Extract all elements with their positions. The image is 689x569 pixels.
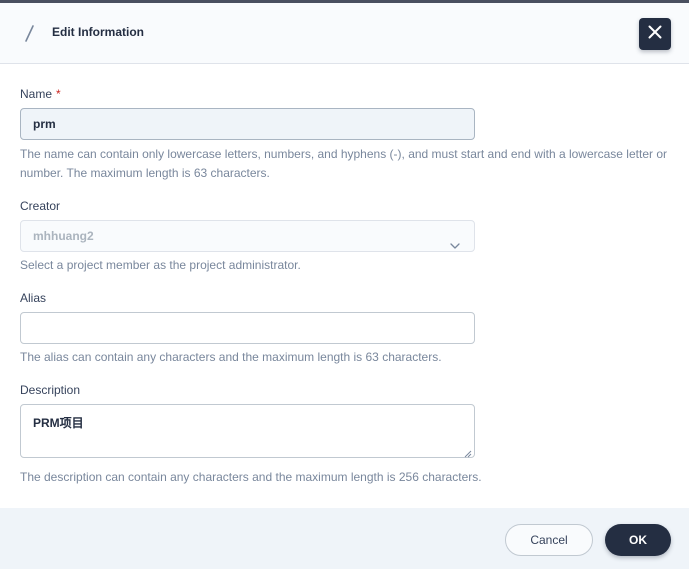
name-input[interactable]: prm — [20, 108, 475, 140]
alias-label: Alias — [20, 291, 47, 305]
name-label-text: Name — [20, 87, 53, 101]
creator-select[interactable]: mhhuang2 — [20, 220, 475, 252]
description-text: PRM项目 — [33, 416, 84, 430]
dialog-footer: Cancel OK — [0, 508, 689, 569]
close-button[interactable] — [639, 18, 671, 50]
resize-grip-icon[interactable] — [464, 447, 472, 458]
description-textarea[interactable]: PRM项目 — [20, 404, 475, 458]
creator-hint: Select a project member as the project a… — [20, 258, 301, 272]
creator-select-value: mhhuang2 — [33, 229, 94, 243]
close-icon — [648, 25, 662, 44]
alias-hint: The alias can contain any characters and… — [20, 350, 442, 364]
name-hint: The name can contain only lowercase lett… — [20, 147, 667, 180]
description-hint: The description can contain any characte… — [20, 470, 482, 484]
cancel-button[interactable]: Cancel — [505, 524, 593, 556]
dialog-header: Edit Information — [0, 3, 689, 64]
creator-label: Creator — [20, 199, 61, 213]
required-mark: * — [56, 87, 61, 101]
name-label: Name * — [20, 87, 61, 101]
description-label: Description — [20, 383, 81, 397]
alias-input[interactable] — [20, 312, 475, 344]
pencil-icon — [22, 22, 38, 44]
dialog-title: Edit Information — [52, 25, 144, 39]
chevron-down-icon — [450, 232, 460, 249]
ok-button[interactable]: OK — [605, 524, 671, 556]
